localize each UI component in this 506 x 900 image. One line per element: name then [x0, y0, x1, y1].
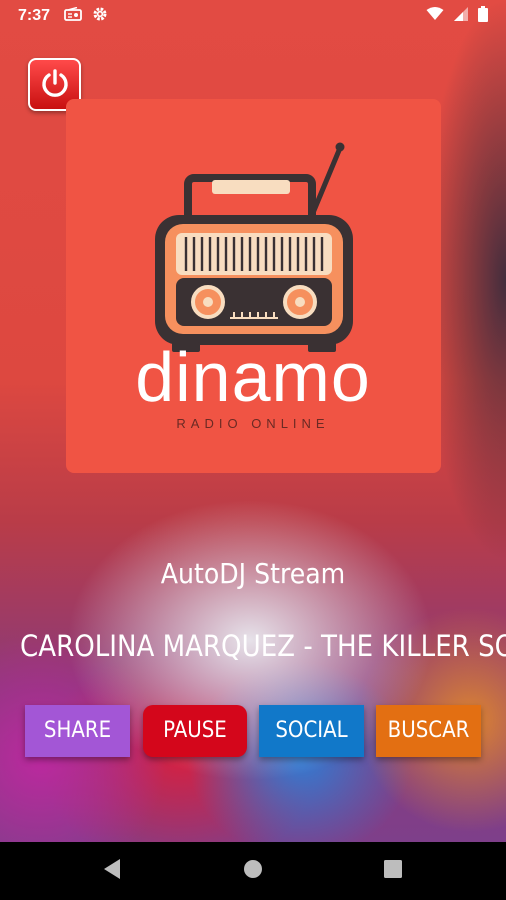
back-icon	[102, 858, 122, 884]
stream-name: AutoDJ Stream	[160, 557, 346, 590]
status-time: 7:37	[18, 7, 51, 24]
station-logo-subtitle: RADIO ONLINE	[176, 416, 330, 431]
recents-button[interactable]	[363, 842, 423, 900]
status-bar: 7:37	[0, 0, 506, 32]
wifi-icon	[426, 6, 444, 26]
battery-icon	[478, 5, 488, 27]
home-icon	[243, 859, 263, 883]
signal-icon	[454, 6, 468, 26]
pause-button[interactable]: PAUSE	[143, 705, 247, 757]
social-button[interactable]: SOCIAL	[259, 705, 364, 757]
home-button[interactable]	[223, 842, 283, 900]
back-button[interactable]	[82, 842, 142, 900]
radio-icon	[155, 142, 353, 352]
recents-icon	[384, 860, 402, 882]
power-icon	[39, 67, 71, 103]
buscar-button[interactable]: BUSCAR	[376, 705, 481, 757]
share-button[interactable]: SHARE	[25, 705, 130, 757]
station-logo-text: dinamo	[135, 338, 371, 416]
settings-status-icon	[92, 6, 108, 26]
radio-status-icon	[64, 6, 82, 25]
navigation-bar	[0, 842, 506, 900]
now-playing-title: CAROLINA MARQUEZ - THE KILLER SONG.MP3	[20, 629, 506, 663]
action-buttons: SHARE PAUSE SOCIAL BUSCAR	[0, 705, 506, 757]
